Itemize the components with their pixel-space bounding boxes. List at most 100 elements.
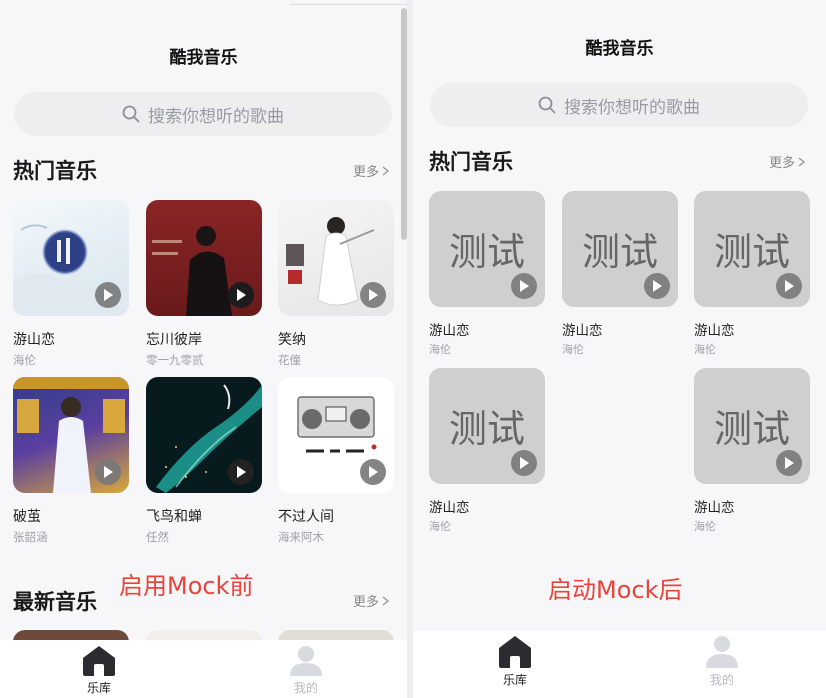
song-artist: 零一九零贰 <box>146 353 204 367</box>
song-artist: 海伦 <box>429 520 451 533</box>
hot-more-link[interactable]: 更多 <box>769 152 806 171</box>
play-icon <box>785 280 794 292</box>
user-icon <box>706 636 738 668</box>
album-cover: 测试 <box>694 191 810 307</box>
play-button[interactable] <box>644 273 670 299</box>
play-button[interactable] <box>95 282 121 308</box>
song-card[interactable]: 不过人间 海来阿木 <box>278 377 394 545</box>
song-title: 游山恋 <box>694 323 735 339</box>
chevron-right-icon <box>382 595 390 606</box>
hot-music-header: 热门音乐 <box>13 155 97 185</box>
song-card[interactable]: 测试 游山恋 海伦 <box>429 368 545 534</box>
hot-music-title: 热门音乐 <box>13 159 97 183</box>
tab-library[interactable]: 乐库 <box>54 640 144 698</box>
album-cover <box>146 377 262 493</box>
play-icon <box>104 466 113 478</box>
play-button[interactable] <box>95 459 121 485</box>
play-button[interactable] <box>776 450 802 476</box>
search-icon <box>538 96 556 114</box>
placeholder-cover-text: 测试 <box>581 230 658 274</box>
tab-mine[interactable]: 我的 <box>261 640 351 698</box>
app-title: 酷我音乐 <box>169 48 238 68</box>
latest-more-link[interactable]: 更多 <box>353 591 390 610</box>
album-cover <box>146 200 262 316</box>
play-icon <box>369 289 378 301</box>
song-artist: 海伦 <box>694 343 716 356</box>
play-icon <box>369 466 378 478</box>
song-artist: 海伦 <box>13 353 36 367</box>
play-button[interactable] <box>776 273 802 299</box>
play-button[interactable] <box>360 459 386 485</box>
song-artist: 海伦 <box>562 343 584 356</box>
placeholder-cover-text: 测试 <box>448 230 525 274</box>
bottom-tab-bar: 乐库 我的 <box>0 640 407 698</box>
hot-more-link[interactable]: 更多 <box>353 161 390 180</box>
play-button[interactable] <box>511 273 537 299</box>
album-cover <box>13 200 129 316</box>
song-artist: 海来阿木 <box>278 530 324 544</box>
bottom-tab-bar: 乐库 我的 <box>413 631 826 698</box>
song-title: 忘川彼岸 <box>146 332 202 348</box>
song-title: 游山恋 <box>562 323 603 339</box>
tab-label: 乐库 <box>86 681 111 695</box>
tab-label: 乐库 <box>502 673 527 687</box>
song-artist: 海伦 <box>429 343 451 356</box>
song-card[interactable]: 游山恋 海伦 <box>13 200 129 368</box>
album-cover <box>13 377 129 493</box>
song-card[interactable]: 破茧 张韶涵 <box>13 377 129 545</box>
play-icon <box>785 457 794 469</box>
search-bar[interactable]: 搜索你想听的歌曲 <box>14 92 392 136</box>
play-button[interactable] <box>228 459 254 485</box>
play-button[interactable] <box>228 282 254 308</box>
song-artist: 任然 <box>146 530 169 544</box>
search-placeholder: 搜索你想听的歌曲 <box>148 106 284 127</box>
tab-library[interactable]: 乐库 <box>470 631 560 689</box>
song-card[interactable]: 飞鸟和蝉 任然 <box>146 377 262 545</box>
album-cover <box>278 200 394 316</box>
play-button[interactable] <box>360 282 386 308</box>
home-icon <box>83 646 115 676</box>
search-bar[interactable]: 搜索你想听的歌曲 <box>430 83 808 127</box>
song-card[interactable]: 测试 游山恋 海伦 <box>694 191 810 357</box>
album-cover: 测试 <box>429 368 545 484</box>
latest-music-title: 最新音乐 <box>13 590 97 614</box>
annotation-after-mock: 启动Mock后 <box>548 576 683 604</box>
album-cover: 测试 <box>562 191 678 307</box>
tab-mine[interactable]: 我的 <box>677 631 767 689</box>
app-title: 酷我音乐 <box>585 39 654 59</box>
song-card[interactable]: 忘川彼岸 零一九零贰 <box>146 200 262 368</box>
song-title: 破茧 <box>13 509 41 525</box>
chevron-right-icon <box>798 156 806 167</box>
play-icon <box>237 289 246 301</box>
play-icon <box>520 280 529 292</box>
song-title: 飞鸟和蝉 <box>146 509 202 525</box>
play-icon <box>653 280 662 292</box>
hot-music-title: 热门音乐 <box>429 150 513 174</box>
app-screen-after-mock: 酷我音乐 搜索你想听的歌曲 热门音乐 更多 测试 游山恋 海伦 测试 游山恋 海… <box>413 0 826 698</box>
song-artist: 花僮 <box>278 353 301 367</box>
more-label: 更多 <box>353 595 380 610</box>
more-label: 更多 <box>353 165 380 180</box>
placeholder-cover-text: 测试 <box>713 230 790 274</box>
album-cover <box>278 377 394 493</box>
search-placeholder: 搜索你想听的歌曲 <box>564 97 700 118</box>
play-icon <box>104 289 113 301</box>
song-title: 游山恋 <box>694 500 735 516</box>
song-title: 游山恋 <box>13 332 55 348</box>
home-icon <box>499 636 531 668</box>
song-card[interactable]: 测试 游山恋 海伦 <box>562 191 678 357</box>
more-label: 更多 <box>769 156 796 171</box>
album-cover: 测试 <box>429 191 545 307</box>
window-edge <box>290 0 407 5</box>
song-card[interactable]: 测试 游山恋 海伦 <box>429 191 545 357</box>
placeholder-cover-text: 测试 <box>713 407 790 451</box>
tab-label: 我的 <box>293 681 318 695</box>
song-title: 游山恋 <box>429 500 470 516</box>
song-card[interactable]: 测试 游山恋 海伦 <box>694 368 810 534</box>
song-card[interactable]: 笑纳 花僮 <box>278 200 394 368</box>
play-button[interactable] <box>511 450 537 476</box>
song-title: 不过人间 <box>278 509 334 525</box>
play-icon <box>237 466 246 478</box>
placeholder-cover-text: 测试 <box>448 407 525 451</box>
app-screen-before-mock: 酷我音乐 搜索你想听的歌曲 热门音乐 更多 游山恋 海伦 忘川彼岸 零一九零贰 … <box>0 0 407 698</box>
